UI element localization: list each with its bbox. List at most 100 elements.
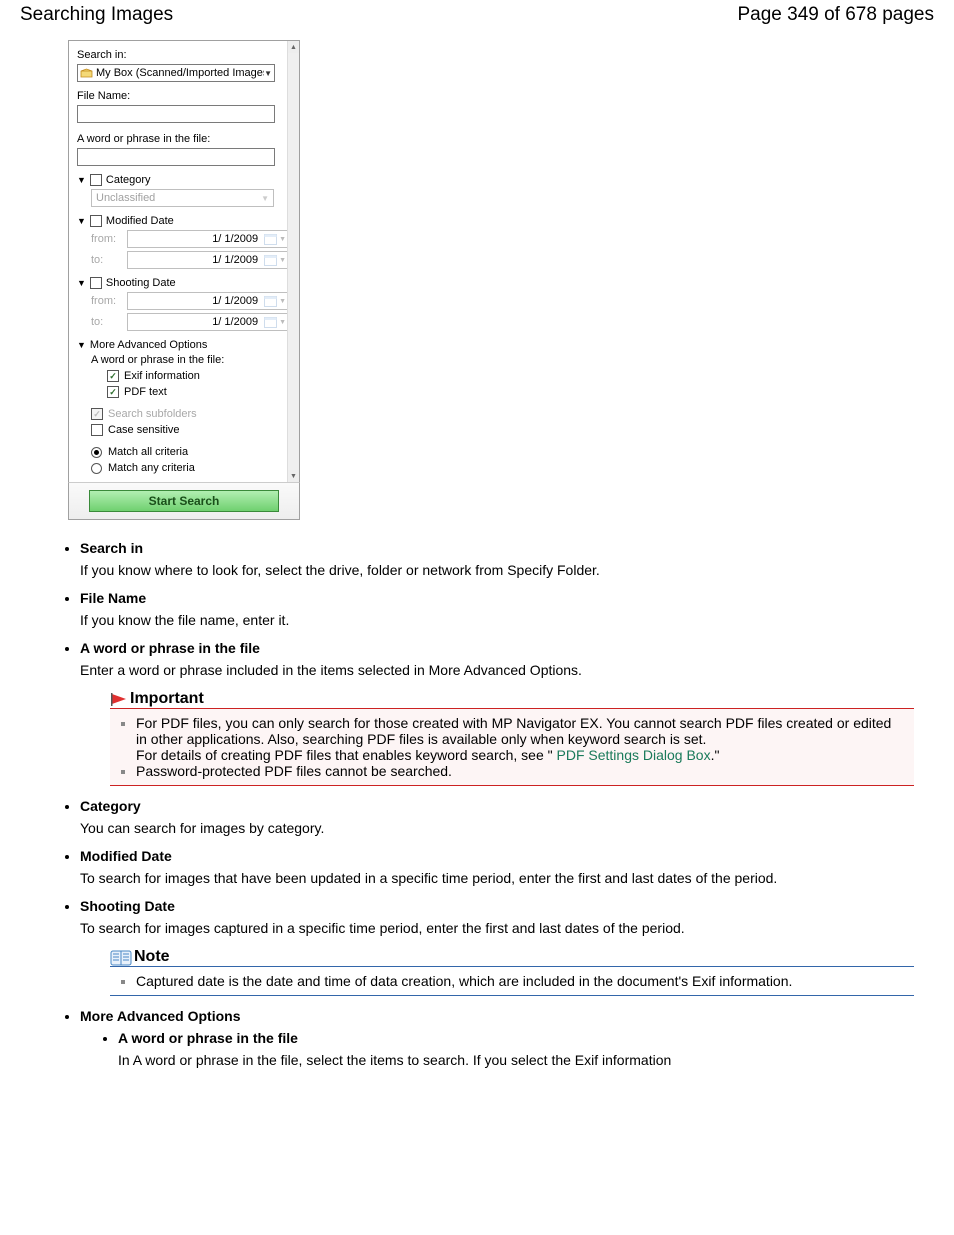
note-callout: Note Captured date is the date and time …	[110, 948, 914, 996]
modified-from-row: from: 1/ 1/2009 ▼	[91, 230, 291, 248]
desc: To search for images that have been upda…	[80, 870, 914, 886]
desc: Enter a word or phrase included in the i…	[80, 662, 914, 678]
important-item: For PDF files, you can only search for t…	[136, 715, 906, 763]
scroll-down-icon[interactable]: ▼	[288, 470, 299, 482]
box-icon	[80, 68, 93, 78]
note-title: Note	[134, 948, 170, 966]
pdf-label: PDF text	[124, 386, 167, 398]
term: File Name	[80, 590, 914, 606]
list-item: More Advanced Options A word or phrase i…	[80, 1008, 914, 1068]
calendar-icon	[264, 295, 277, 307]
list-item: Modified Date To search for images that …	[80, 848, 914, 886]
list-item: File Name If you know the file name, ent…	[80, 590, 914, 628]
note-icon	[110, 949, 132, 966]
page-title: Searching Images	[20, 4, 173, 26]
chevron-down-icon: ▼	[261, 194, 269, 203]
to-label: to:	[91, 254, 121, 266]
category-label: Category	[106, 174, 151, 186]
search-in-label: Search in:	[77, 49, 291, 61]
list-item: Search in If you know where to look for,…	[80, 540, 914, 578]
file-name-input[interactable]	[77, 105, 275, 123]
scrollbar[interactable]: ▲ ▼	[287, 41, 299, 482]
list-item: A word or phrase in the file Enter a wor…	[80, 640, 914, 786]
list-item: Category You can search for images by ca…	[80, 798, 914, 836]
desc: You can search for images by category.	[80, 820, 914, 836]
pdf-settings-link[interactable]: PDF Settings Dialog Box	[557, 747, 711, 763]
collapse-icon[interactable]: ▼	[77, 217, 86, 226]
match-all-label: Match all criteria	[108, 446, 188, 458]
page-header: Searching Images Page 349 of 678 pages	[20, 4, 934, 26]
shooting-to-row: to: 1/ 1/2009 ▼	[91, 313, 291, 331]
scroll-up-icon[interactable]: ▲	[288, 41, 299, 53]
note-item: Captured date is the date and time of da…	[136, 973, 906, 989]
shooting-to-input[interactable]: 1/ 1/2009 ▼	[127, 313, 291, 331]
subfolders-checkbox	[91, 408, 103, 420]
calendar-icon	[264, 254, 277, 266]
chevron-down-icon: ▼	[279, 257, 286, 264]
modified-to-row: to: 1/ 1/2009 ▼	[91, 251, 291, 269]
match-all-row: Match all criteria	[91, 446, 291, 458]
pdf-checkbox[interactable]	[107, 386, 119, 398]
term: A word or phrase in the file	[118, 1030, 914, 1046]
term: Search in	[80, 540, 914, 556]
shooting-from-row: from: 1/ 1/2009 ▼	[91, 292, 291, 310]
from-label: from:	[91, 295, 121, 307]
exif-checkbox[interactable]	[107, 370, 119, 382]
chevron-down-icon: ▼	[279, 319, 286, 326]
more-adv-sublabel-row: A word or phrase in the file:	[91, 354, 291, 366]
match-any-radio[interactable]	[91, 463, 102, 474]
term: More Advanced Options	[80, 1008, 914, 1024]
from-label: from:	[91, 233, 121, 245]
start-bar: Start Search	[68, 482, 300, 520]
chevron-down-icon: ▼	[264, 69, 272, 78]
term: Modified Date	[80, 848, 914, 864]
shooting-date-section: ▼ Shooting Date	[77, 277, 291, 289]
modified-to-input[interactable]: 1/ 1/2009 ▼	[127, 251, 291, 269]
shooting-from-input[interactable]: 1/ 1/2009 ▼	[127, 292, 291, 310]
category-dropdown[interactable]: Unclassified ▼	[91, 189, 274, 207]
modified-date-checkbox[interactable]	[90, 215, 102, 227]
list-item: A word or phrase in the file In A word o…	[118, 1030, 914, 1068]
word-phrase-label: A word or phrase in the file:	[77, 133, 291, 145]
desc: If you know where to look for, select th…	[80, 562, 914, 578]
page-indicator: Page 349 of 678 pages	[737, 4, 934, 26]
exif-row: Exif information	[107, 370, 291, 382]
term: Shooting Date	[80, 898, 914, 914]
search-dialog: ▲ ▼ Search in: My Box (Scanned/Imported …	[68, 40, 300, 520]
chevron-down-icon: ▼	[279, 298, 286, 305]
case-row: Case sensitive	[91, 424, 291, 436]
collapse-icon[interactable]: ▼	[77, 341, 86, 350]
collapse-icon[interactable]: ▼	[77, 176, 86, 185]
doc-body: Search in If you know where to look for,…	[40, 540, 914, 1068]
desc: In A word or phrase in the file, select …	[118, 1052, 914, 1068]
pdf-row: PDF text	[107, 386, 291, 398]
flag-icon	[110, 692, 128, 707]
match-any-row: Match any criteria	[91, 462, 291, 474]
more-adv-sublabel: A word or phrase in the file:	[91, 354, 224, 366]
search-in-value: My Box (Scanned/Imported Images)	[96, 67, 264, 79]
list-item: Shooting Date To search for images captu…	[80, 898, 914, 996]
case-label: Case sensitive	[108, 424, 180, 436]
term: A word or phrase in the file	[80, 640, 914, 656]
shooting-date-label: Shooting Date	[106, 277, 176, 289]
important-item: Password-protected PDF files cannot be s…	[136, 763, 906, 779]
modified-date-label: Modified Date	[106, 215, 174, 227]
category-section: ▼ Category	[77, 174, 291, 186]
shooting-date-checkbox[interactable]	[90, 277, 102, 289]
search-dialog-body: ▲ ▼ Search in: My Box (Scanned/Imported …	[68, 40, 300, 482]
word-phrase-input[interactable]	[77, 148, 275, 166]
collapse-icon[interactable]: ▼	[77, 279, 86, 288]
match-all-radio[interactable]	[91, 447, 102, 458]
modified-from-input[interactable]: 1/ 1/2009 ▼	[127, 230, 291, 248]
exif-label: Exif information	[124, 370, 200, 382]
category-checkbox[interactable]	[90, 174, 102, 186]
chevron-down-icon: ▼	[279, 236, 286, 243]
to-label: to:	[91, 316, 121, 328]
important-callout: Important For PDF files, you can only se…	[110, 690, 914, 786]
match-any-label: Match any criteria	[108, 462, 195, 474]
search-in-dropdown[interactable]: My Box (Scanned/Imported Images) ▼	[77, 64, 275, 82]
file-name-label: File Name:	[77, 90, 291, 102]
subfolders-label: Search subfolders	[108, 408, 197, 420]
case-checkbox[interactable]	[91, 424, 103, 436]
start-search-button[interactable]: Start Search	[89, 490, 279, 512]
